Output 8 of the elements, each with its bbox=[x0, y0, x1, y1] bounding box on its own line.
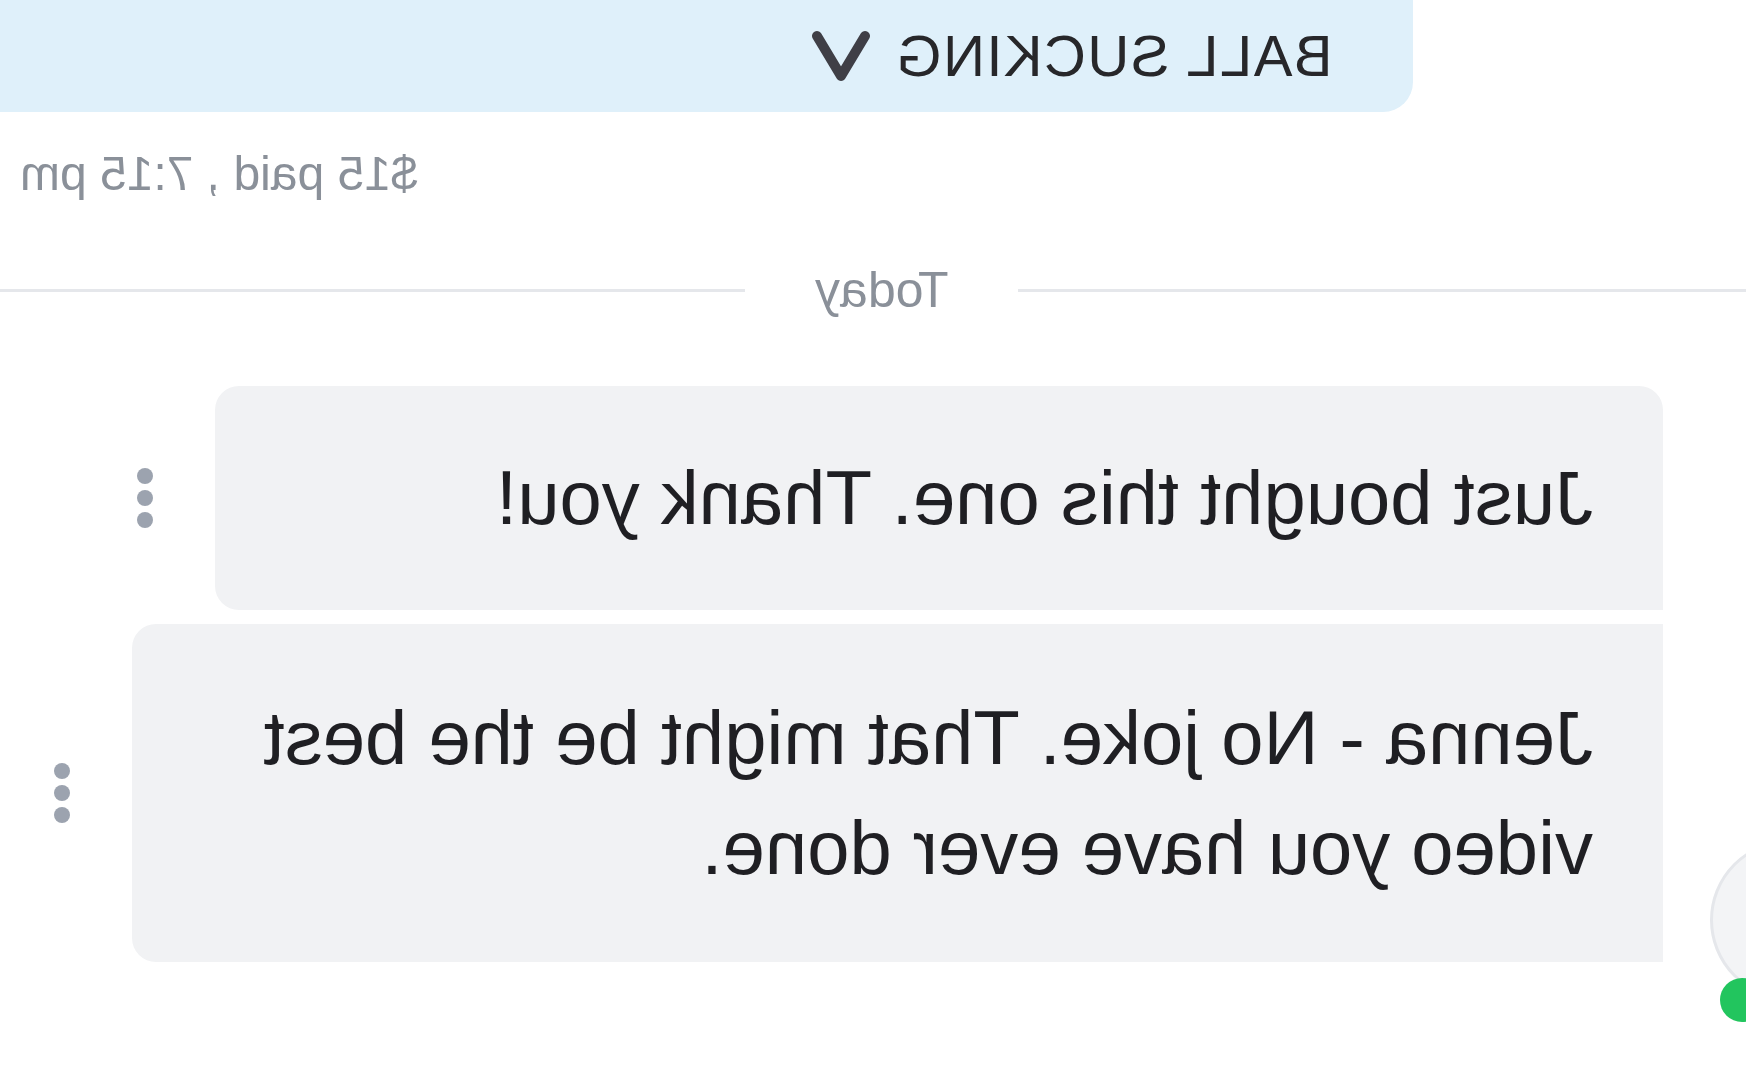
payment-note: $15 paid , 7:15 pm bbox=[20, 150, 418, 198]
more-options-icon[interactable] bbox=[52, 761, 72, 825]
check-icon bbox=[811, 28, 872, 84]
message-text: Just bought this one. Thank you! bbox=[495, 453, 1593, 542]
message-text: Jenna - No joke. That might be the best video you have ever done. bbox=[262, 693, 1593, 892]
date-divider-label: Today bbox=[814, 265, 950, 315]
more-options-icon[interactable] bbox=[135, 466, 155, 530]
paid-content-title: BALL SUCKING bbox=[895, 27, 1333, 85]
